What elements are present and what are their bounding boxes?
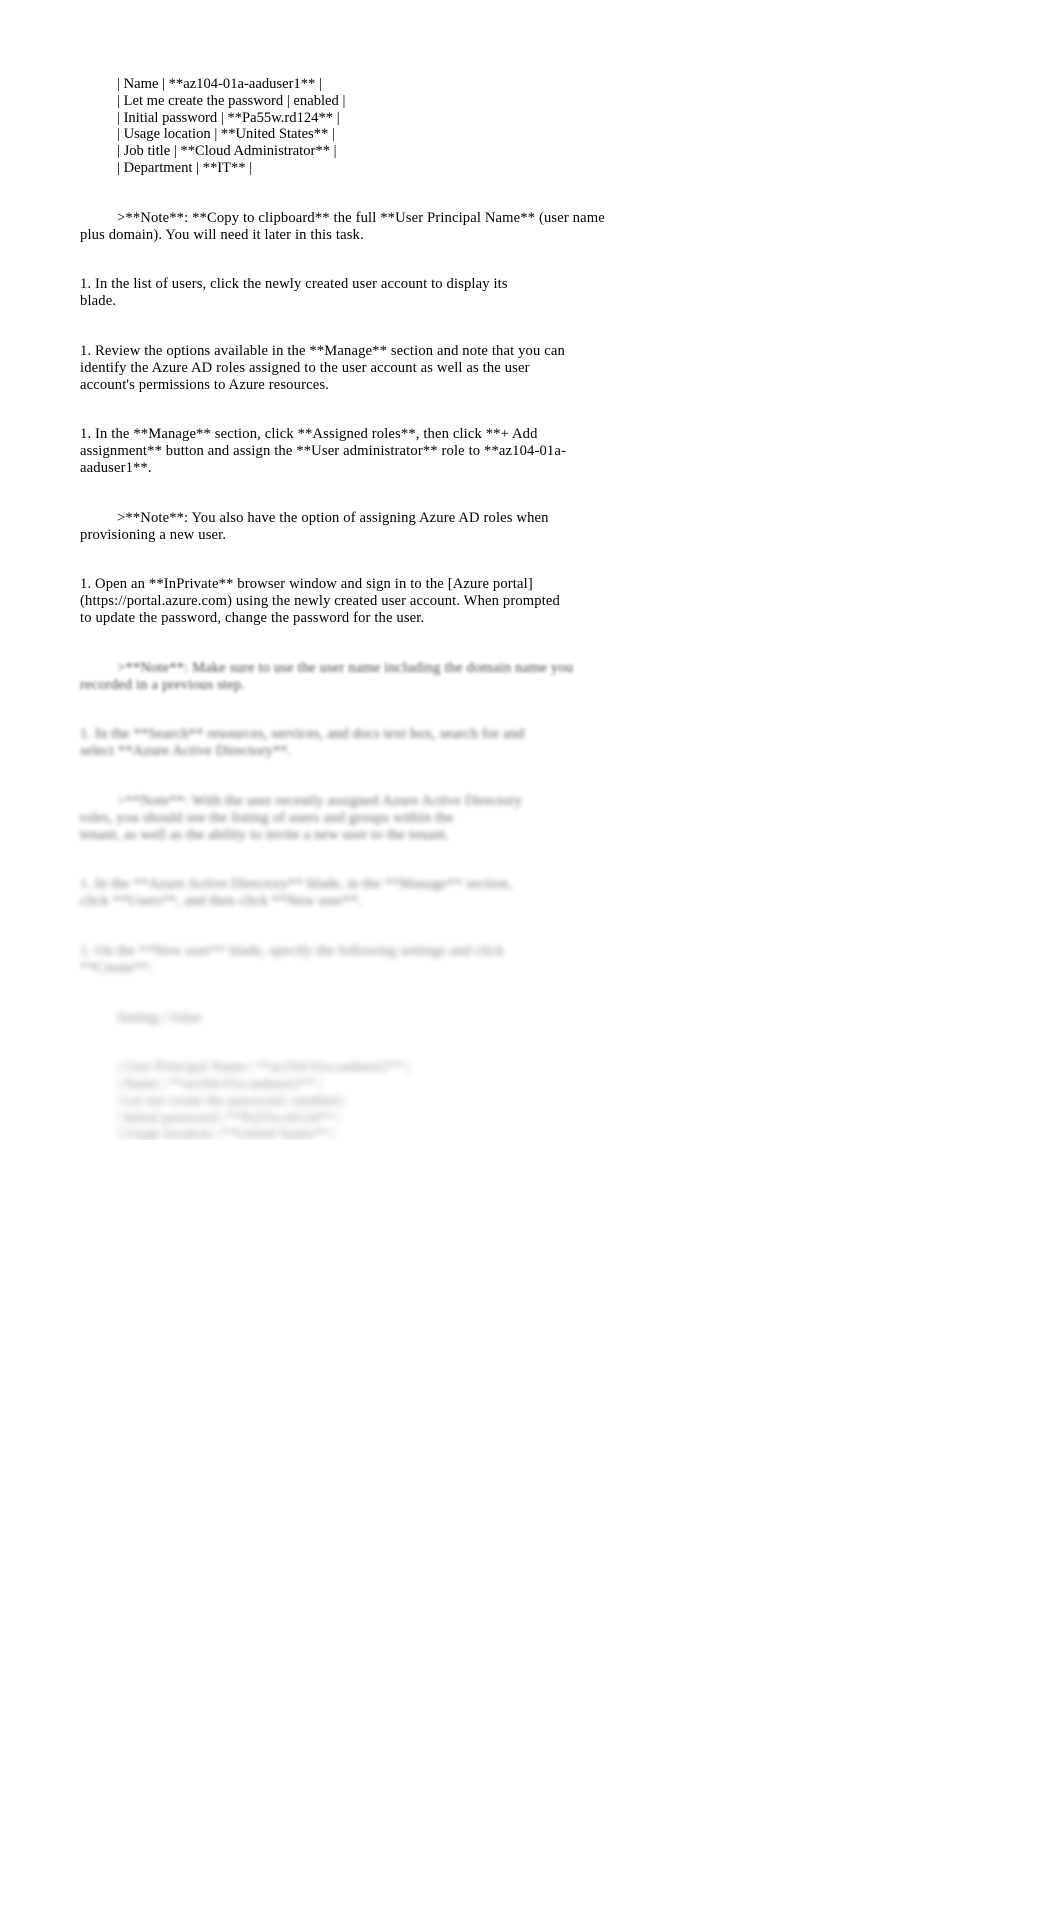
step-block-2: 1. Review the options available in the *… (80, 343, 620, 393)
step-line: aaduser1**. (80, 459, 152, 476)
step-line: 1. In the list of users, click the newly… (80, 276, 508, 293)
note-line: >**Note**: You also have the option of a… (117, 509, 549, 526)
step-line: 1. In the **Azure Active Directory** bla… (80, 876, 513, 893)
note-line: roles, you should see the listing of use… (80, 809, 454, 826)
step-block-1: 1. In the list of users, click the newly… (80, 276, 620, 310)
step-line: to update the password, change the passw… (80, 609, 425, 626)
settings-header-label: Setting | Value (80, 1010, 620, 1027)
note-line: plus domain). You will need it later in … (80, 226, 364, 243)
task-heading-text: #### Task 3: Create Azure AD groups with… (80, 1276, 551, 1293)
step-line: 1. Review the options available in the *… (80, 342, 565, 359)
note-block-4: >**Note**: With the user recently assign… (80, 793, 620, 843)
step-line: 1. Open an **InPrivate** browser window … (80, 576, 533, 593)
note-block-1: >**Note**: **Copy to clipboard** the ful… (80, 210, 620, 244)
step-line: **Create**: (80, 959, 153, 976)
note-block-3: >**Note**: Make sure to use the user nam… (80, 660, 620, 694)
step-line: 1. Sign out of the InPrivate window and … (80, 1209, 549, 1226)
note-block-2: >**Note**: You also have the option of a… (80, 510, 620, 544)
table-row: | Initial password | **Pa55w.rd124** | (117, 1109, 340, 1126)
table-row: | Initial password | **Pa55w.rd124** | (117, 109, 340, 126)
task-heading: #### Task 3: Create Azure AD groups with… (80, 1276, 620, 1293)
document-body: | Name | **az104-01a-aaduser1** | | Let … (80, 76, 620, 1293)
step-block-7: 1. On the **New user** blade, specify th… (80, 943, 620, 977)
step-line: click **Users**, and then click **New us… (80, 893, 363, 910)
note-line: >**Note**: **Copy to clipboard** the ful… (117, 209, 605, 226)
step-block-5: 1. In the **Search** resources, services… (80, 726, 620, 760)
note-line: >**Note**: With the user recently assign… (117, 792, 523, 809)
table-row: | Name | **az104-01a-aaduser2** | (117, 1076, 322, 1093)
step-line: 1. In the **Search** resources, services… (80, 726, 525, 743)
table-row: | Department | **IT** | (117, 159, 253, 176)
table-row: | Let me create the password | enabled | (117, 92, 346, 109)
settings-value-header: Setting | Value (117, 1009, 202, 1026)
table-row: | Job title | **Cloud Administrator** | (117, 143, 337, 160)
table-row: | Job title | **Cloud Administrator** | (117, 1143, 337, 1160)
step-line: select **Azure Active Directory**. (80, 743, 292, 760)
note-line: provisioning a new user. (80, 526, 227, 543)
note-line: recorded in a previous step. (80, 676, 245, 693)
step-line: assignment** button and assign the **Use… (80, 443, 566, 460)
table-row: | Let me create the password | enabled | (117, 1092, 346, 1109)
step-line: 1. In the **Manage** section, click **As… (80, 426, 538, 443)
note-line: >**Note**: Make sure to use the user nam… (117, 659, 574, 676)
table-row: | Usage location | **United States** | (117, 1126, 335, 1143)
settings-table-block-1: | Name | **az104-01a-aaduser1** | | Let … (80, 76, 620, 177)
step-line: 1. On the **New user** blade, specify th… (80, 942, 505, 959)
settings-table-block-2: | User Principal Name | **az104-01a-aadu… (80, 1059, 620, 1177)
step-line: with your own credentials. (80, 1226, 240, 1243)
step-block-3: 1. In the **Manage** section, click **As… (80, 426, 620, 476)
table-row: | Usage location | **United States** | (117, 126, 335, 143)
step-block-4: 1. Open an **InPrivate** browser window … (80, 576, 620, 626)
table-row: | Name | **az104-01a-aaduser1** | (117, 76, 322, 92)
table-row: | User Principal Name | **az104-01a-aadu… (117, 1059, 410, 1076)
note-line: tenant, as well as the ability to invite… (80, 826, 450, 843)
table-row: | Department | **IT** | (117, 1160, 253, 1177)
document-page: | Name | **az104-01a-aaduser1** | | Let … (0, 0, 1062, 1907)
step-line: blade. (80, 293, 117, 310)
step-block-6: 1. In the **Azure Active Directory** bla… (80, 876, 620, 910)
step-line: identify the Azure AD roles assigned to … (80, 359, 530, 376)
step-line: account's permissions to Azure resources… (80, 376, 329, 393)
step-line: (https://portal.azure.com) using the new… (80, 593, 560, 610)
step-block-8: 1. Sign out of the InPrivate window and … (80, 1210, 620, 1244)
